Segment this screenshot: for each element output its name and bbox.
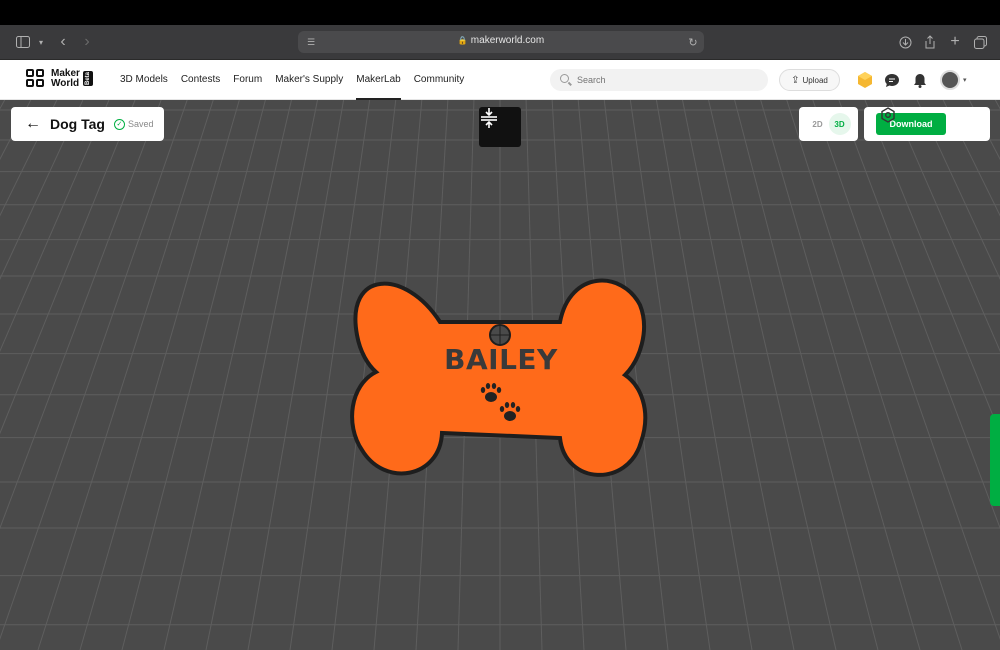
avatar-icon — [940, 70, 960, 90]
main-nav: 3D Models Contests Forum Maker's Supply … — [120, 60, 477, 100]
message-icon[interactable] — [883, 71, 901, 89]
chevron-down-icon: ▾ — [963, 77, 967, 84]
nav-makers-supply[interactable]: Maker's Supply — [275, 60, 343, 100]
title-panel: ← Dog Tag ✓ Saved — [11, 107, 164, 141]
side-panel-tab[interactable] — [990, 414, 1000, 506]
top-black-bar — [0, 0, 1000, 25]
upload-label: Upload — [802, 75, 828, 85]
editor-canvas[interactable]: BAILEY ← Dog Tag ✓ Saved 2D 3D Download — [0, 100, 1000, 650]
site-header: Maker World Beta 3D Models Contests Foru… — [0, 60, 1000, 100]
view-toggle: 2D 3D — [799, 107, 858, 141]
browser-toolbar: ▾ ‹ › ☰ 🔒 makerworld.com ↻ + — [0, 25, 1000, 60]
chevron-down-icon[interactable]: ▾ — [32, 33, 50, 51]
upload-button[interactable]: ⇪ Upload — [779, 69, 840, 91]
new-tab-icon[interactable]: + — [946, 33, 964, 51]
beta-badge: Beta — [82, 71, 93, 87]
back-icon[interactable]: ‹ — [54, 33, 72, 51]
share-icon[interactable] — [921, 33, 939, 51]
tab-overview-icon[interactable] — [971, 33, 989, 51]
view-3d-button[interactable]: 3D — [828, 113, 851, 135]
reload-icon[interactable]: ↻ — [684, 33, 702, 51]
back-arrow-icon[interactable]: ← — [25, 115, 41, 133]
nav-contests[interactable]: Contests — [181, 60, 220, 100]
saved-status: ✓ Saved — [113, 118, 154, 130]
url-text: makerworld.com — [470, 35, 545, 46]
logo-mark-icon — [26, 69, 46, 89]
download-panel: Download — [864, 107, 990, 141]
nav-forum[interactable]: Forum — [233, 60, 262, 100]
search-box[interactable] — [550, 69, 768, 91]
align-icon — [481, 108, 497, 128]
search-input[interactable] — [577, 72, 757, 88]
lock-icon: 🔒 — [457, 36, 468, 45]
sidebar-icon[interactable] — [14, 33, 32, 51]
user-avatar[interactable]: ▾ — [940, 69, 972, 91]
saved-label: Saved — [127, 119, 154, 129]
align-bottom-button[interactable] — [479, 107, 521, 147]
nav-makerlab[interactable]: MakerLab — [356, 60, 402, 100]
download-manager-icon[interactable] — [896, 33, 914, 51]
view-2d-button[interactable]: 2D — [807, 113, 829, 135]
forward-icon[interactable]: › — [78, 33, 96, 51]
doc-title[interactable]: Dog Tag — [50, 116, 105, 132]
bell-icon[interactable] — [911, 71, 929, 89]
tag-name-text[interactable]: BAILEY — [420, 343, 582, 376]
nav-3d-models[interactable]: 3D Models — [120, 60, 168, 100]
makerworld-logo[interactable]: Maker World Beta — [26, 69, 93, 89]
nav-community[interactable]: Community — [414, 60, 465, 100]
cube-points-icon[interactable] — [856, 71, 874, 89]
dog-tag-model[interactable] — [350, 278, 648, 477]
logo-text: Maker World — [51, 68, 80, 89]
upload-icon: ⇪ — [791, 74, 800, 86]
settings-hex-icon[interactable] — [880, 107, 896, 123]
check-icon: ✓ — [113, 118, 125, 130]
address-bar[interactable]: ☰ 🔒 makerworld.com ↻ — [298, 31, 704, 53]
search-icon — [560, 74, 569, 83]
